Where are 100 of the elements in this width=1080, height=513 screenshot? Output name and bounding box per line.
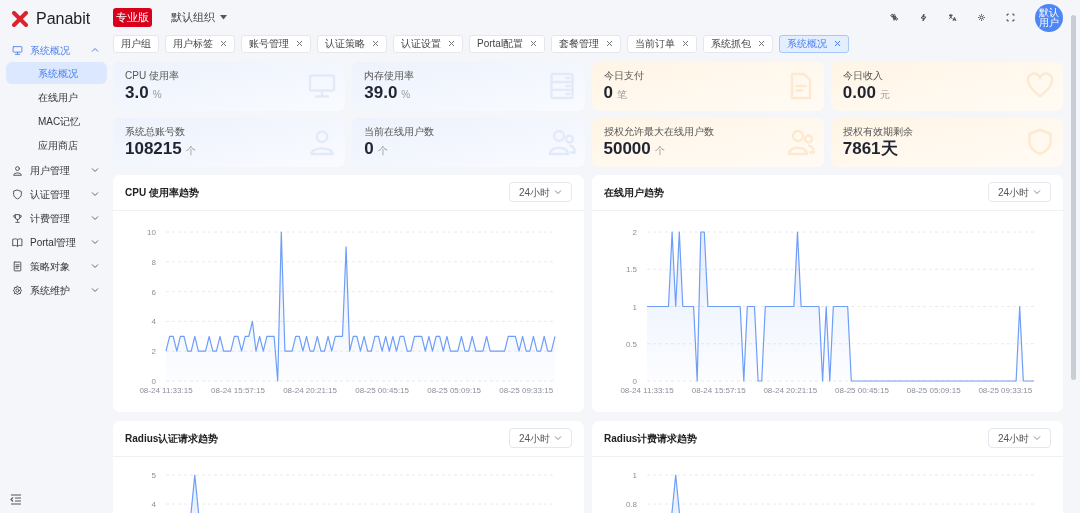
range-dropdown[interactable]: 24小时 — [987, 182, 1051, 203]
close-icon[interactable] — [372, 40, 379, 48]
stat-label: 系统总账号数 — [125, 125, 186, 137]
x-tick-label: 08-24 11:33:15 — [139, 385, 193, 395]
chevron-down-icon — [554, 188, 562, 197]
tab[interactable]: 当前订单 — [627, 35, 698, 53]
fullscreen-icon[interactable] — [1005, 13, 1015, 23]
scrollbar[interactable] — [1071, 15, 1076, 380]
stat-unit: 笔 — [616, 87, 627, 102]
chart-title: Radius认证请求趋势 — [125, 431, 219, 446]
edition-badge: 专业版 — [113, 8, 152, 27]
x-tick-label: 08-25 00:45:15 — [835, 385, 889, 395]
tab[interactable]: 账号管理 — [241, 35, 311, 53]
y-tick-label: 0 — [632, 376, 637, 386]
tab[interactable]: 认证策略 — [317, 35, 387, 53]
y-tick-label: 0.5 — [625, 339, 637, 349]
stat-unit: 元 — [879, 87, 890, 102]
sidebar-item[interactable]: Portal管理 — [6, 230, 107, 254]
x-tick-label: 08-24 15:57:15 — [211, 385, 265, 395]
y-tick-label: 1.5 — [625, 264, 637, 274]
lightning-icon[interactable] — [918, 13, 928, 23]
x-tick-label: 08-25 05:09:15 — [906, 385, 961, 395]
sidebar-item[interactable]: 策略对象 — [6, 254, 107, 278]
logo-icon — [12, 11, 28, 27]
chart-title: 在线用户趋势 — [604, 185, 664, 200]
stat-value: 0 — [364, 138, 374, 159]
stat-unit: 个 — [654, 143, 665, 158]
chevron-down-icon — [554, 434, 562, 443]
trophy-icon — [12, 212, 23, 224]
stat-label: 授权允许最大在线用户数 — [603, 125, 715, 137]
chevron-down-icon — [91, 214, 99, 222]
stat-label: 今日收入 — [842, 69, 884, 81]
stat-value: 108215 — [125, 138, 182, 159]
y-tick-label: 8 — [151, 257, 156, 267]
range-dropdown[interactable]: 24小时 — [508, 182, 572, 203]
settings-icon — [12, 284, 23, 296]
user-icon — [12, 164, 23, 176]
x-tick-label: 08-25 05:09:15 — [427, 385, 482, 395]
tab[interactable]: 用户标签 — [165, 35, 235, 53]
collapse-menu-icon[interactable] — [10, 494, 22, 505]
x-tick-label: 08-25 00:45:15 — [355, 385, 410, 395]
sidebar-item[interactable]: 认证管理 — [6, 182, 107, 206]
chevron-down-icon — [91, 238, 99, 246]
shield-icon — [12, 188, 23, 200]
translate-icon[interactable] — [947, 13, 957, 23]
org-selector[interactable]: 默认组织 — [171, 9, 227, 26]
close-icon[interactable] — [834, 40, 842, 48]
close-icon[interactable] — [682, 40, 690, 48]
tab[interactable]: 套餐管理 — [551, 35, 622, 53]
stat-value: 0.00 — [842, 82, 876, 103]
submenu-item[interactable]: 在线用户 — [6, 86, 107, 108]
close-icon[interactable] — [758, 40, 766, 48]
y-tick-label: 1 — [632, 470, 637, 480]
submenu-item[interactable]: 应用商店 — [6, 134, 107, 156]
chevron-up-icon — [91, 46, 99, 54]
x-tick-label: 08-24 11:33:15 — [620, 385, 674, 395]
submenu-item[interactable]: MAC记忆 — [6, 110, 107, 132]
chevron-down-icon — [91, 190, 99, 198]
stat-label: CPU 使用率 — [125, 69, 180, 81]
stat-unit: % — [152, 87, 162, 102]
y-tick-label: 6 — [151, 287, 156, 297]
stat-value: 7861天 — [842, 138, 898, 159]
stat-label: 今日支付 — [603, 69, 645, 81]
range-dropdown[interactable]: 24小时 — [987, 428, 1051, 449]
stat-unit: % — [401, 87, 411, 102]
x-tick-label: 08-24 20:21:15 — [283, 385, 337, 395]
y-tick-label: 2 — [151, 346, 156, 356]
brand-name: Panabit — [36, 9, 91, 29]
y-tick-label: 2 — [632, 227, 637, 237]
tab[interactable]: 认证设置 — [393, 35, 463, 53]
chevron-down-icon — [91, 262, 99, 270]
tab[interactable]: 系统抓包 — [703, 35, 774, 53]
chart-title: Radius计费请求趋势 — [604, 431, 698, 446]
monitor-icon — [12, 44, 23, 56]
range-dropdown[interactable]: 24小时 — [508, 428, 572, 449]
sidebar-item[interactable]: 系统概况 — [6, 38, 107, 62]
close-icon[interactable] — [448, 40, 455, 48]
sun-icon[interactable] — [976, 13, 986, 23]
list-icon — [12, 260, 23, 272]
x-tick-label: 08-25 09:33:15 — [499, 385, 554, 395]
sidebar-item[interactable]: 计费管理 — [6, 206, 107, 230]
y-tick-label: 0.8 — [625, 499, 637, 509]
close-icon[interactable] — [220, 40, 227, 48]
stat-label: 授权有效期剩余 — [842, 125, 914, 137]
stat-label: 内存使用率 — [364, 69, 416, 81]
tab[interactable]: Portal配置 — [469, 35, 546, 53]
chevron-down-icon — [1033, 188, 1041, 197]
heart-icon — [1025, 70, 1055, 101]
close-icon[interactable] — [296, 40, 303, 48]
shield-icon — [1025, 126, 1055, 157]
stat-unit: 个 — [185, 143, 196, 158]
y-tick-label: 10 — [147, 227, 156, 237]
x-tick-label: 08-24 20:21:15 — [763, 385, 818, 395]
close-icon[interactable] — [606, 40, 614, 48]
stat-label: 当前在线用户数 — [364, 125, 436, 137]
sidebar-item[interactable]: 系统维护 — [6, 278, 107, 302]
stat-unit: 个 — [377, 143, 388, 158]
sidebar-item[interactable]: 用户管理 — [6, 158, 107, 182]
close-icon[interactable] — [530, 40, 538, 48]
tab[interactable]: 用户组 — [113, 35, 159, 53]
